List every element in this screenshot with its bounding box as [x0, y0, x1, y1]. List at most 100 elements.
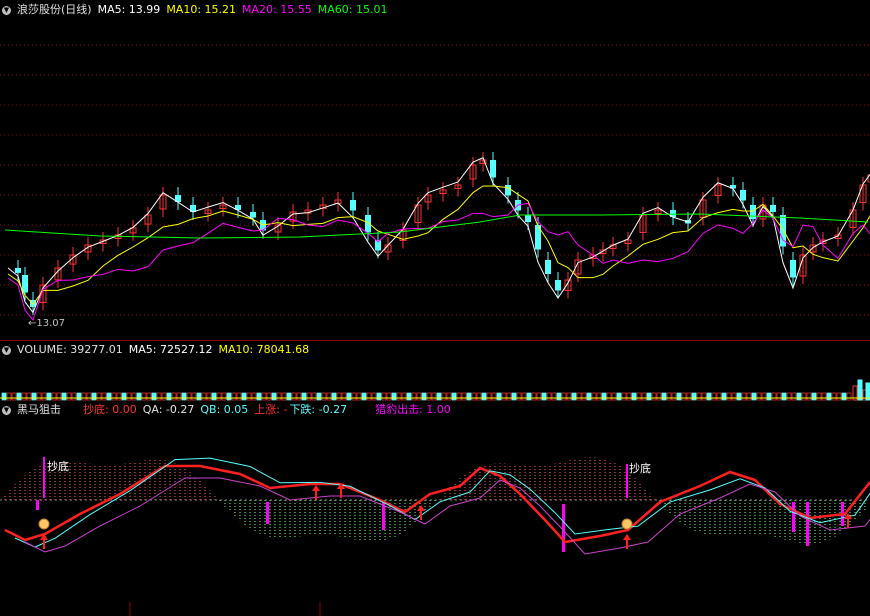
volume-bar — [216, 392, 222, 401]
volume-ma10: MA10: 78041.68 — [218, 343, 310, 356]
volume-bar — [236, 392, 242, 401]
volume-bar — [121, 392, 127, 401]
lieyue-bar — [806, 502, 809, 546]
up-arrow-icon — [417, 505, 425, 511]
volume-bar — [31, 392, 37, 401]
candle-body — [365, 215, 371, 233]
volume-bar — [857, 379, 863, 401]
volume-bar — [841, 392, 847, 401]
volume-bar — [671, 392, 677, 401]
lieyue-bar — [792, 502, 795, 532]
candle-body — [770, 205, 776, 212]
volume-bar — [376, 392, 382, 401]
volume-bar — [541, 392, 547, 401]
volume-bar — [786, 392, 792, 401]
volume-bar — [531, 392, 537, 401]
qb-line — [14, 457, 870, 548]
volume-bar — [556, 392, 562, 401]
indicator-name: 黑马狙击 — [17, 403, 61, 416]
volume-bar — [371, 392, 377, 401]
volume-bar — [676, 392, 682, 401]
volume-bar — [306, 392, 312, 401]
volume-bar — [91, 392, 97, 401]
candle-body — [750, 205, 756, 219]
volume-bar — [491, 392, 497, 401]
circle-down-icon[interactable]: ▼ — [2, 5, 11, 15]
candle-body — [555, 280, 561, 291]
candle-body — [22, 275, 28, 293]
volume-ma5: MA5: 72527.12 — [128, 343, 213, 356]
candlestick-chart[interactable] — [0, 0, 870, 340]
volume-bar — [321, 392, 327, 401]
volume-bar — [596, 392, 602, 401]
volume-bar — [366, 392, 372, 401]
volume-bar — [186, 392, 192, 401]
ma60-value: MA60: 15.01 — [317, 3, 388, 16]
volume-bar — [536, 392, 542, 401]
chaodi-value: 抄底: 0.00 — [83, 403, 137, 416]
volume-bar — [511, 392, 517, 401]
volume-bar — [6, 392, 12, 401]
volume-bar — [701, 392, 707, 401]
volume-bar — [336, 392, 342, 401]
volume-panel[interactable]: ▼ VOLUME: 39277.01 MA5: 72527.12 MA10: 7804… — [0, 341, 870, 402]
volume-bar — [466, 392, 472, 401]
volume-bar — [446, 392, 452, 401]
lieyue-value: 猎豹出击: 1.00 — [375, 403, 451, 416]
candle-body — [490, 160, 496, 178]
volume-bar — [631, 392, 637, 401]
volume-bar — [591, 392, 597, 401]
candle-body — [740, 190, 746, 201]
volume-bar — [206, 392, 212, 401]
volume-bar — [836, 392, 842, 401]
volume-bar — [331, 392, 337, 401]
volume-bar — [266, 392, 272, 401]
price-header: ▼ 浪莎股份(日线) MA5: 13.99 MA10: 15.21 MA20: 15.5… — [2, 2, 393, 18]
volume-bar — [486, 392, 492, 401]
volume-bar — [481, 392, 487, 401]
volume-bar — [351, 392, 357, 401]
lieyue-bar — [562, 504, 565, 552]
volume-bar — [431, 392, 437, 401]
volume-bar — [516, 392, 522, 401]
shangzhang-value: 上涨: - — [254, 403, 288, 416]
indicator-panel[interactable]: ▼ 黑马狙击 抄底: 0.00 QA: -0.27 QB: 0.05 上涨: - 下跌: -… — [0, 402, 870, 616]
volume-bar — [601, 392, 607, 401]
volume-bar — [461, 392, 467, 401]
volume-bar — [21, 392, 27, 401]
volume-bar — [156, 392, 162, 401]
volume-value: VOLUME: 39277.01 — [17, 343, 123, 356]
volume-bar — [791, 392, 797, 401]
volume-bar — [421, 392, 427, 401]
volume-bar — [151, 392, 157, 401]
volume-bar — [296, 392, 302, 401]
volume-bar — [146, 392, 152, 401]
volume-bar — [256, 392, 262, 401]
volume-bar — [546, 392, 552, 401]
volume-bar — [771, 392, 777, 401]
indicator-chart — [0, 457, 870, 616]
volume-bar — [416, 392, 422, 401]
volume-bar — [166, 392, 172, 401]
volume-bar — [636, 392, 642, 401]
volume-bar — [681, 392, 687, 401]
circle-down-icon[interactable]: ▼ — [2, 345, 11, 355]
volume-bar — [746, 392, 752, 401]
volume-bar — [261, 392, 267, 401]
volume-bar — [241, 392, 247, 401]
volume-bar — [766, 392, 772, 401]
volume-bar — [396, 392, 402, 401]
volume-bar — [16, 392, 22, 401]
volume-bar — [756, 392, 762, 401]
volume-bar — [71, 392, 77, 401]
candle-body — [350, 200, 356, 211]
price-chart-panel[interactable]: ▼ 浪莎股份(日线) MA5: 13.99 MA10: 15.21 MA20: 15.5… — [0, 0, 870, 340]
volume-bar — [101, 392, 107, 401]
volume-bar — [821, 392, 827, 401]
volume-bar — [41, 392, 47, 401]
volume-bar — [346, 392, 352, 401]
volume-bar — [301, 392, 307, 401]
volume-bar — [326, 392, 332, 401]
circle-down-icon[interactable]: ▼ — [2, 405, 11, 415]
volume-bar — [611, 392, 617, 401]
